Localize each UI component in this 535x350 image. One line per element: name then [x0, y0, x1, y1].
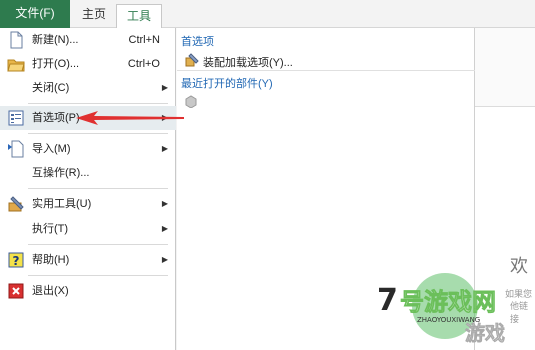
- tab-tools[interactable]: 工具: [116, 4, 163, 28]
- new-file-icon: [10, 31, 23, 49]
- menu-item-close[interactable]: 关闭(C) ▶: [0, 76, 176, 100]
- shortcut-label: Ctrl+N: [128, 34, 160, 46]
- help-icon: ?: [8, 252, 24, 268]
- svg-text:?: ?: [13, 254, 20, 268]
- watermark-logo: 7 号游戏网 ZHAOYOUXIWANG 游戏: [377, 273, 505, 345]
- menu-item-import[interactable]: 导入(M) ▶: [0, 137, 176, 161]
- submenu-item-addin-options[interactable]: 装配加载选项(Y)...: [181, 51, 481, 71]
- menu-separator: [28, 103, 168, 104]
- menu-item-open[interactable]: 打开(O)... Ctrl+O: [0, 52, 176, 76]
- menu-item-help[interactable]: ? 帮助(H) ▶: [0, 248, 176, 272]
- menu-item-label: 导入(M): [32, 143, 71, 155]
- chevron-right-icon: ▶: [161, 144, 168, 153]
- shortcut-label: Ctrl+O: [127, 58, 160, 70]
- chevron-right-icon: ▶: [161, 83, 168, 92]
- tools-icon: [8, 196, 24, 212]
- submenu-separator: [177, 70, 475, 71]
- exit-icon: [8, 283, 24, 299]
- menu-item-interop[interactable]: 互操作(R)...: [0, 161, 176, 185]
- svg-text:游戏: 游戏: [465, 321, 505, 345]
- menu-item-label: 退出(X): [32, 285, 69, 297]
- menu-item-utilities[interactable]: 实用工具(U) ▶: [0, 192, 176, 216]
- submenu-heading-preferences: 首选项: [181, 36, 214, 48]
- ribbon-tab-bar: 文件(F) 主页 工具: [0, 0, 535, 28]
- open-folder-icon: [7, 59, 25, 72]
- menu-item-exit[interactable]: 退出(X): [0, 279, 176, 303]
- chevron-right-icon: ▶: [161, 224, 168, 233]
- menu-item-label: 帮助(H): [32, 254, 70, 266]
- menu-item-new[interactable]: 新建(N)... Ctrl+N: [0, 28, 176, 52]
- menu-item-label: 实用工具(U): [32, 198, 92, 210]
- svg-text:号游戏网: 号游戏网: [400, 288, 496, 316]
- annotation-arrow: [76, 111, 184, 125]
- menu-separator: [28, 244, 168, 245]
- menu-separator: [28, 275, 168, 276]
- file-menu: 新建(N)... Ctrl+N 打开(O)... Ctrl+O 关闭(C) ▶ …: [0, 28, 176, 350]
- assembly-load-icon: [185, 53, 199, 67]
- menu-separator: [28, 188, 168, 189]
- recent-part-icon[interactable]: [184, 94, 198, 108]
- svg-text:7: 7: [377, 283, 398, 318]
- menu-item-label: 关闭(C): [32, 82, 70, 94]
- tab-file[interactable]: 文件(F): [0, 0, 70, 28]
- import-icon: [8, 140, 24, 158]
- chevron-right-icon: ▶: [161, 255, 168, 264]
- menu-item-label: 首选项(P): [32, 112, 80, 124]
- menu-item-label: 新建(N)...: [32, 34, 79, 46]
- menu-item-label: 互操作(R)...: [32, 167, 90, 179]
- menu-item-label: 执行(T): [32, 223, 69, 235]
- preferences-icon: [8, 110, 24, 126]
- submenu-item-label: 装配加载选项(Y)...: [203, 57, 293, 69]
- menu-item-label: 打开(O)...: [32, 58, 80, 70]
- submenu-heading-recent: 最近打开的部件(Y): [181, 78, 273, 90]
- menu-separator: [28, 133, 168, 134]
- menu-item-execute[interactable]: 执行(T) ▶: [0, 217, 176, 241]
- chevron-right-icon: ▶: [161, 199, 168, 208]
- tab-home[interactable]: 主页: [72, 3, 116, 25]
